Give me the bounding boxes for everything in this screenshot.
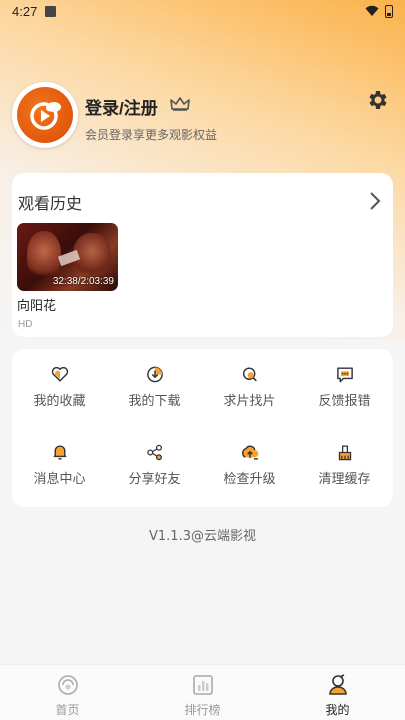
menu-clear-cache[interactable]: 清理缓存	[297, 427, 392, 487]
profile-section: 登录/注册 会员登录享更多观影权益	[12, 82, 393, 152]
app-logo-icon	[17, 87, 73, 143]
share-icon	[146, 444, 162, 461]
status-bar: 4:27	[0, 0, 405, 22]
tab-mine-label: 我的	[325, 703, 350, 717]
menu-share-label: 分享好友	[128, 472, 181, 487]
menu-check-update-label: 检查升级	[223, 472, 276, 487]
app-version-text: V1.1.3@云端影视	[149, 529, 256, 544]
settings-gear-icon[interactable]	[365, 88, 389, 112]
menu-favorites[interactable]: 我的收藏	[12, 349, 107, 409]
crown-icon	[170, 97, 190, 111]
menu-grid-card: 我的收藏 我的下载 求片找片 反馈报错 消息中心 分享好友 检查升级 清理缓存	[12, 349, 393, 507]
menu-share[interactable]: 分享好友	[107, 427, 202, 487]
tab-home[interactable]: 首页	[0, 665, 135, 720]
avatar[interactable]	[12, 82, 78, 148]
clean-icon	[338, 445, 351, 461]
menu-favorites-label: 我的收藏	[33, 394, 86, 409]
menu-messages[interactable]: 消息中心	[12, 427, 107, 487]
menu-clear-cache-label: 清理缓存	[318, 472, 371, 487]
user-profile-icon	[328, 674, 347, 695]
search-film-icon	[242, 367, 257, 382]
home-icon	[57, 675, 78, 695]
download-icon	[146, 366, 163, 383]
bottom-tab-bar: 首页 排行榜 我的	[0, 664, 405, 720]
menu-feedback[interactable]: 反馈报错	[297, 349, 392, 409]
menu-request-film[interactable]: 求片找片	[202, 349, 297, 409]
watch-history-title: 观看历史	[18, 194, 83, 213]
bell-icon	[53, 445, 66, 460]
history-item-progress: 32:38/2:03:39	[52, 276, 114, 287]
battery-icon	[385, 4, 393, 18]
login-subtitle: 会员登录享更多观影权益	[85, 128, 218, 142]
tab-home-label: 首页	[55, 703, 80, 717]
tab-ranking-label: 排行榜	[184, 703, 221, 717]
heart-icon	[51, 366, 68, 382]
menu-request-film-label: 求片找片	[223, 394, 276, 409]
status-time: 4:27	[12, 3, 38, 19]
tab-ranking[interactable]: 排行榜	[135, 665, 270, 720]
chevron-right-icon[interactable]	[369, 191, 381, 211]
login-register-link[interactable]: 登录/注册	[85, 94, 158, 119]
menu-feedback-label: 反馈报错	[318, 394, 371, 409]
feedback-icon	[336, 367, 353, 383]
menu-downloads[interactable]: 我的下载	[107, 349, 202, 409]
wifi-icon	[365, 5, 379, 16]
menu-messages-label: 消息中心	[33, 472, 86, 487]
sim-icon	[45, 5, 57, 17]
watch-history-card: 观看历史 32:38/2:03:39 向阳花 HD	[12, 173, 393, 337]
upgrade-icon	[241, 445, 258, 460]
ranking-icon	[192, 675, 213, 695]
menu-check-update[interactable]: 检查升级	[202, 427, 297, 487]
history-item-title[interactable]: 向阳花	[17, 295, 56, 314]
history-item-thumbnail[interactable]: 32:38/2:03:39	[17, 223, 118, 291]
tab-mine[interactable]: 我的	[270, 665, 405, 720]
history-item-quality: HD	[18, 319, 33, 330]
menu-downloads-label: 我的下载	[128, 394, 181, 409]
